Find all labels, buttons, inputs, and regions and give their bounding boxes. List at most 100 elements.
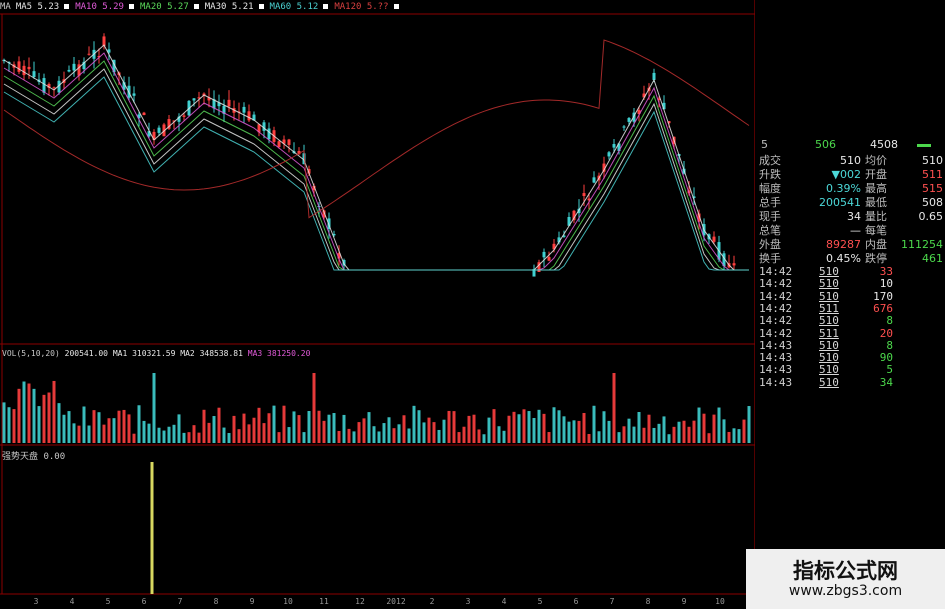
quote-top-row: 5 506 4508 — [755, 138, 945, 152]
volume-bar — [517, 414, 521, 443]
volume-bar — [337, 430, 341, 443]
volume-bar — [222, 427, 226, 443]
volume-bar — [652, 427, 656, 443]
volume-bar — [452, 411, 456, 443]
ma-toggle-box[interactable] — [393, 4, 399, 9]
volume-bar — [632, 426, 636, 443]
x-tick-label: 7 — [177, 597, 183, 606]
volume-bar — [437, 429, 441, 443]
ma-line — [3, 52, 749, 271]
x-tick-label: 10 — [283, 597, 293, 606]
volume-bar — [27, 383, 31, 443]
volume-bar — [232, 415, 236, 443]
x-tick-label: 4 — [501, 597, 507, 606]
ma-toggle-box[interactable] — [64, 4, 70, 9]
trade-volume: 90 — [879, 351, 893, 365]
x-tick-label: 6 — [141, 597, 147, 606]
volume-bar — [527, 411, 531, 443]
volume-bar — [577, 420, 581, 443]
volume-bar — [62, 414, 66, 443]
ma-toggle-box[interactable] — [323, 4, 329, 9]
ma-toggle-box[interactable] — [258, 4, 264, 9]
candle-body — [612, 144, 616, 148]
vol-ma2-value: 348538.81 — [199, 349, 243, 358]
x-tick-label: 11 — [319, 597, 329, 606]
volume-bar — [562, 416, 566, 443]
vol-ma3-value: 381250.20 — [267, 349, 311, 358]
volume-bar — [512, 411, 516, 443]
volume-bar — [742, 419, 746, 443]
volume-bar — [487, 417, 491, 443]
candle-body — [627, 118, 631, 122]
x-tick-label: 2 — [429, 597, 435, 606]
volume-bar — [312, 373, 316, 443]
volume-bar — [202, 409, 206, 443]
watermark-url: www.zbgs3.com — [788, 583, 903, 599]
volume-bar — [42, 394, 46, 443]
kline-chart-area[interactable] — [0, 0, 755, 609]
watermark-title: 指标公式网 — [793, 559, 898, 583]
volume-bar — [237, 429, 241, 443]
quote-value: 511 — [922, 168, 943, 181]
volume-bar — [267, 413, 271, 443]
trade-row: 14:43 510 90 — [755, 352, 945, 364]
trade-volume: 170 — [873, 289, 893, 303]
trade-volume: 676 — [873, 301, 893, 315]
quote-label: 外盘 — [759, 238, 781, 251]
quote-value: ▼002 — [831, 168, 861, 181]
volume-bar — [522, 409, 526, 443]
volume-bar — [457, 432, 461, 443]
trade-row: 14:43 510 5 — [755, 364, 945, 376]
volume-bar — [572, 420, 576, 443]
indicator-name: 强势天盘 — [2, 452, 39, 462]
volume-bar — [692, 420, 696, 443]
volume-bar — [477, 429, 481, 443]
volume-bar — [212, 416, 216, 443]
x-tick-label: 8 — [213, 597, 219, 606]
chart-frame — [0, 0, 755, 609]
trade-time: 14:42 — [759, 277, 793, 291]
volume-bar — [612, 373, 616, 443]
quote-row: 成交 510 均价 510 — [755, 154, 945, 168]
quote-row: 升跌 ▼002 开盘 511 — [755, 168, 945, 182]
ma-toggle-box[interactable] — [193, 4, 199, 9]
volume-bar — [367, 412, 371, 443]
volume-bar — [507, 415, 511, 443]
volume-bar — [287, 427, 291, 443]
vol-ma1-value: 310321.59 — [132, 349, 176, 358]
volume-bar — [67, 411, 71, 443]
volume-bar — [417, 410, 421, 443]
volume-bar — [442, 419, 446, 443]
volume-bar — [152, 373, 156, 443]
vol-value: 200541.00 — [64, 349, 108, 358]
volume-bar — [247, 424, 251, 443]
candle-body — [17, 61, 21, 72]
volume-bar — [492, 409, 496, 443]
ma-toggle-box[interactable] — [128, 4, 134, 9]
volume-bar — [397, 424, 401, 443]
volume-bar — [227, 433, 231, 443]
trade-time: 14:43 — [759, 363, 793, 377]
volume-bar — [737, 429, 741, 443]
volume-bar — [587, 433, 591, 443]
trade-row: 14:43 510 34 — [755, 376, 945, 389]
volume-bar — [167, 426, 171, 443]
quote-label: 均价 — [865, 154, 887, 167]
volume-bar — [347, 428, 351, 443]
quote-row: 换手 0.45% 跌停 461 — [755, 252, 945, 266]
candle-body — [192, 98, 196, 101]
trade-row: 14:42 511 20 — [755, 327, 945, 340]
volume-bar — [142, 420, 146, 443]
volume-legend: VOL(5,10,20) 200541.00 MA1 310321.59 MA2… — [2, 349, 310, 358]
trade-price: 510 — [819, 277, 839, 291]
x-tick-label: 4 — [69, 597, 75, 606]
volume-bar — [502, 430, 506, 443]
volume-bar — [47, 392, 51, 443]
quote-row: 幅度 0.39% 最高 515 — [755, 182, 945, 196]
quote-label: 现手 — [759, 210, 781, 223]
volume-bar — [207, 422, 211, 443]
volume-bar — [332, 413, 336, 443]
volume-bar — [372, 426, 376, 443]
volume-bar — [607, 420, 611, 443]
quote-value: 510 — [922, 154, 943, 167]
